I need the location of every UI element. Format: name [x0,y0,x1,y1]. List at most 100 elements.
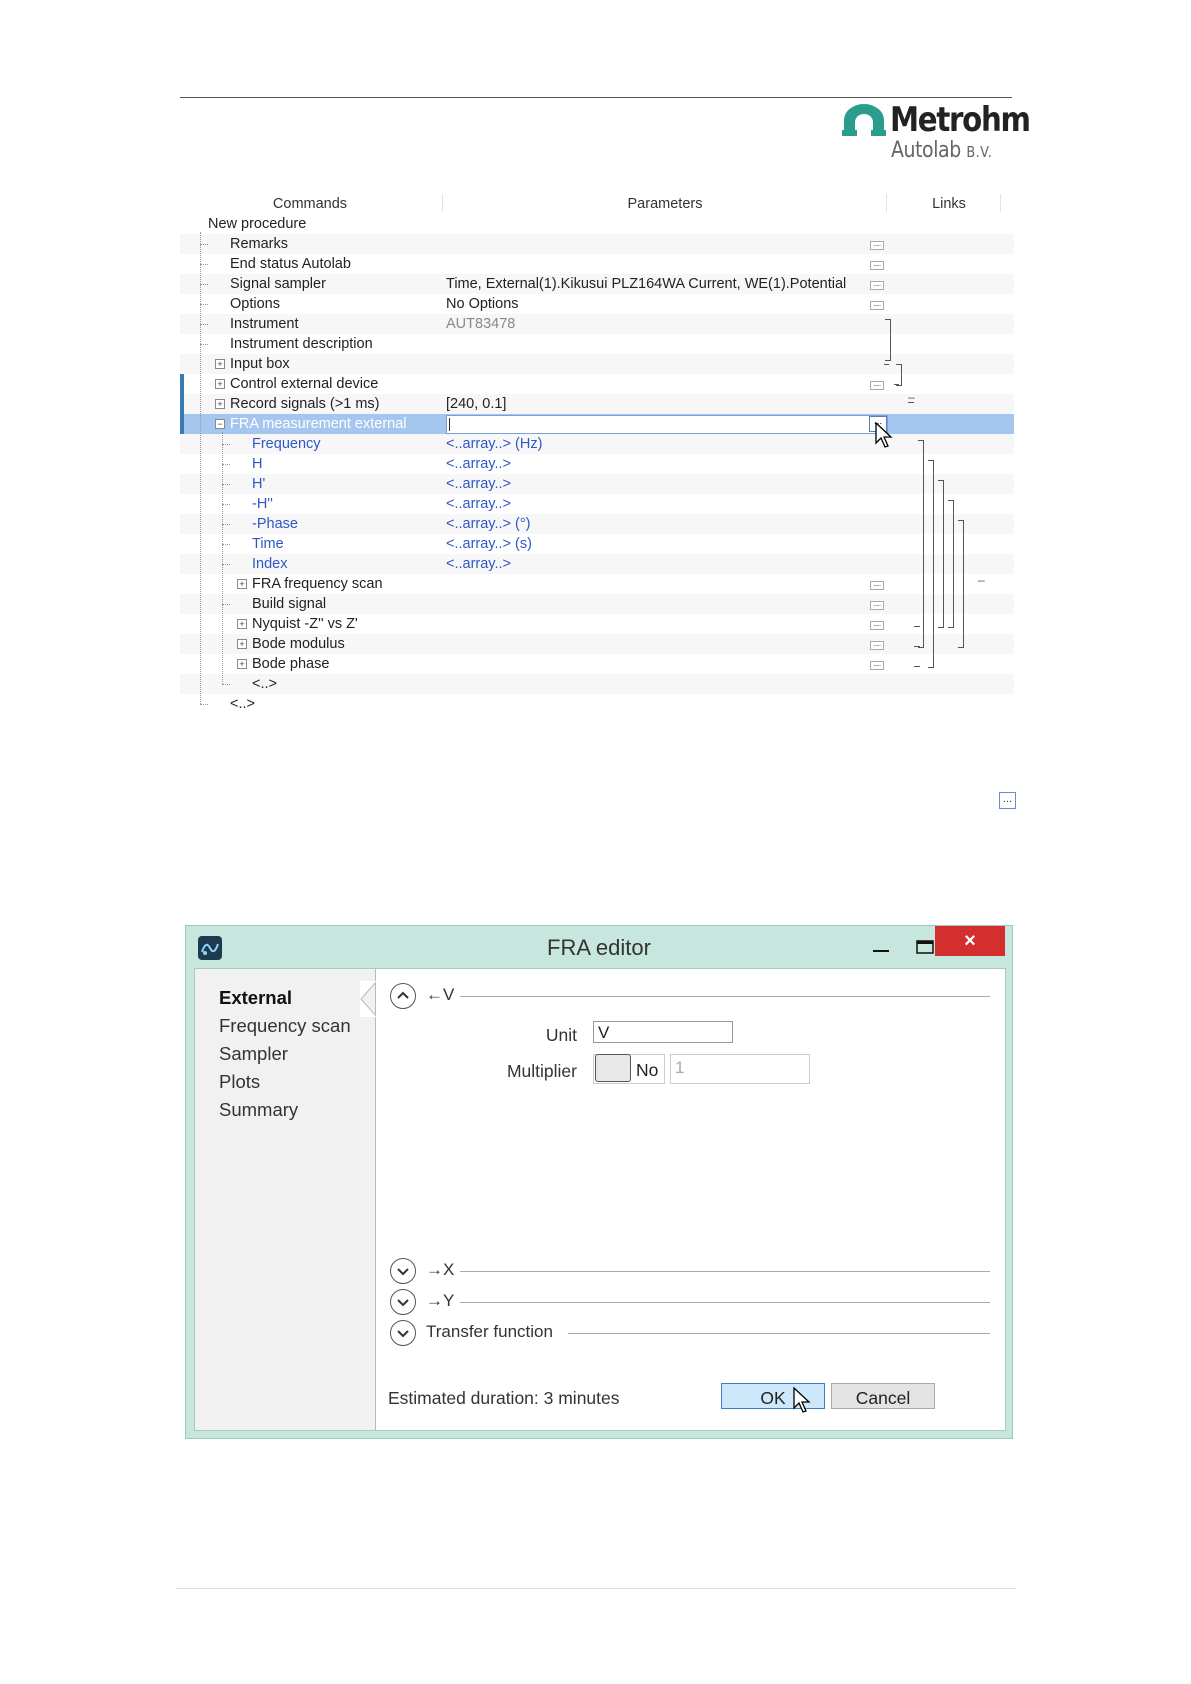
chevron-down-icon[interactable] [390,1258,416,1284]
tree-row[interactable]: + Bode phase..... [180,654,1014,674]
link-bracket [896,364,902,386]
expand-icon[interactable]: + [237,659,247,669]
nav-external[interactable]: External [219,987,292,1009]
section-x-label: →X [426,1260,455,1279]
tree-connector [200,284,208,285]
expand-icon[interactable]: + [237,619,247,629]
command-label: Options [230,296,280,312]
ellipsis-icon[interactable]: ..... [870,601,884,610]
command-label: Record signals (>1 ms) [230,396,380,412]
expand-icon[interactable]: + [215,379,225,389]
parameter-value: Time, External(1).Kikusui PLZ164WA Curre… [446,276,847,292]
chevron-up-icon[interactable] [390,983,416,1009]
tree-connector [222,464,230,465]
tree-row[interactable]: New procedure [180,214,1014,234]
header-links[interactable]: Links [888,192,1010,214]
tree-row[interactable]: -Phase <..array..> (°) [180,514,1014,534]
expand-icon[interactable]: + [215,399,225,409]
command-label: H' [252,476,266,492]
tree-connector [222,684,230,685]
parameter-value: [240, 0.1] [446,396,507,412]
tree-row[interactable]: Build signal..... [180,594,1014,614]
ellipsis-icon[interactable]: ..... [870,621,884,630]
unit-input[interactable]: V [593,1021,733,1043]
minus-mark: – [908,390,915,404]
multiplier-toggle-text: No [636,1060,659,1080]
link-bracket [894,384,899,385]
link-bracket [928,460,934,668]
link-bracket [914,646,920,647]
parameter-input[interactable] [446,415,888,434]
section-x-header[interactable]: →X [390,1258,990,1286]
tree-row[interactable]: -H'' <..array..> [180,494,1014,514]
multiplier-toggle[interactable] [595,1054,631,1082]
ellipsis-icon[interactable]: ..... [870,641,884,650]
editor-sidebar: External Frequency scan Sampler Plots Su… [195,969,376,1430]
command-label: -H'' [252,496,273,512]
tree-row[interactable]: Index <..array..> [180,554,1014,574]
ellipsis-icon[interactable]: ..... [870,241,884,250]
tree-row[interactable]: Signal sampler Time, External(1).Kikusui … [180,274,1014,294]
expand-icon[interactable]: + [215,359,225,369]
tree-row[interactable]: Remarks..... [180,234,1014,254]
multiplier-label: Multiplier [506,1061,577,1081]
nav-summary[interactable]: Summary [219,1099,298,1121]
tree-row[interactable]: + FRA frequency scan..... [180,574,1014,594]
link-bracket [918,440,924,648]
logo-name: Metrohm [890,100,1031,140]
nav-sampler[interactable]: Sampler [219,1043,288,1065]
tree-row[interactable]: + Bode modulus..... [180,634,1014,654]
tree-row[interactable]: + Record signals (>1 ms) [240, 0.1] [180,394,1014,414]
ellipsis-icon[interactable]: ..... [870,661,884,670]
tree-row[interactable]: H' <..array..> [180,474,1014,494]
ellipsis-icon[interactable]: ..... [870,581,884,590]
section-transfer-function-header[interactable]: Transfer function [390,1320,990,1348]
tree-connector [222,544,230,545]
ellipsis-button[interactable]: ... [999,792,1016,809]
metrohm-logo-icon [842,104,886,136]
close-button[interactable]: × [935,926,1005,956]
header-commands[interactable]: Commands [200,192,420,214]
command-label: H [252,456,263,472]
tree-row[interactable]: <..> [180,674,1014,694]
section-y-header[interactable]: →Y [390,1289,990,1317]
chevron-down-icon[interactable] [390,1320,416,1346]
command-label: New procedure [208,216,307,232]
ellipsis-icon[interactable]: ..... [870,261,884,270]
ellipsis-icon[interactable]: ..... [870,281,884,290]
nav-plots[interactable]: Plots [219,1071,260,1093]
tree-connector [222,444,230,445]
link-bracket [938,480,944,628]
header-parameters[interactable]: Parameters [445,192,885,214]
nav-frequency-scan[interactable]: Frequency scan [219,1015,351,1037]
ellipsis-icon[interactable]: ..... [870,301,884,310]
tree-row[interactable]: H <..array..> [180,454,1014,474]
chevron-down-icon[interactable] [390,1289,416,1315]
tree-row[interactable]: End status Autolab..... [180,254,1014,274]
collapse-icon[interactable]: − [215,419,225,429]
section-v-header[interactable]: ←V [390,983,990,1011]
section-transfer-function-label: Transfer function [426,1322,553,1341]
tree-row[interactable]: + Control external device..... [180,374,1014,394]
multiplier-input[interactable]: 1 [670,1054,810,1084]
command-label: -Phase [252,516,298,532]
tree-connector [200,344,208,345]
parameter-value: <..array..> (s) [446,536,532,552]
minimize-button[interactable] [864,938,898,960]
tree-connector [222,484,230,485]
tree-connector [200,244,208,245]
link-bracket [958,520,964,648]
ellipsis-icon[interactable]: ..... [870,381,884,390]
parameter-value: <..array..> [446,456,512,472]
link-bracket [914,666,920,667]
tree-row[interactable]: Time <..array..> (s) [180,534,1014,554]
parameter-value: No Options [446,296,519,312]
tree-row[interactable]: <..> [180,694,1014,714]
expand-icon[interactable]: + [237,579,247,589]
estimated-duration: Estimated duration: 3 minutes [388,1388,620,1408]
tree-row[interactable]: + Nyquist -Z'' vs Z'..... [180,614,1014,634]
cancel-button[interactable]: Cancel [831,1383,935,1409]
command-label: Nyquist -Z'' vs Z' [252,616,358,632]
expand-icon[interactable]: + [237,639,247,649]
tree-row[interactable]: Options No Options..... [180,294,1014,314]
